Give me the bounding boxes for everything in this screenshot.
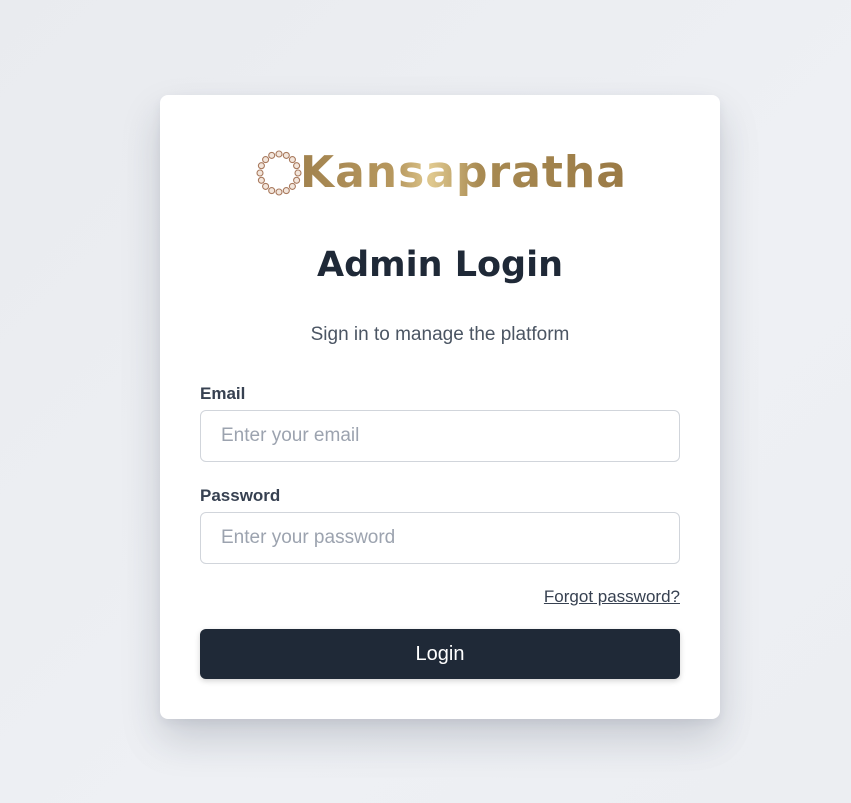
login-button[interactable]: Login [200,629,680,679]
brand-logo: Kansapratha [256,145,628,201]
email-label: Email [200,384,246,403]
forgot-password-link[interactable]: Forgot password? [544,587,680,607]
beaded-ring-icon [256,150,302,196]
page-title: Admin Login [316,245,564,285]
password-field[interactable] [200,512,680,564]
email-field[interactable] [200,410,680,462]
brand-name: Kansapratha [300,145,627,201]
password-label: Password [200,486,281,505]
login-card: Kansapratha Admin Login Sign in to manag… [160,95,720,719]
page-subtitle: Sign in to manage the platform [310,324,570,345]
